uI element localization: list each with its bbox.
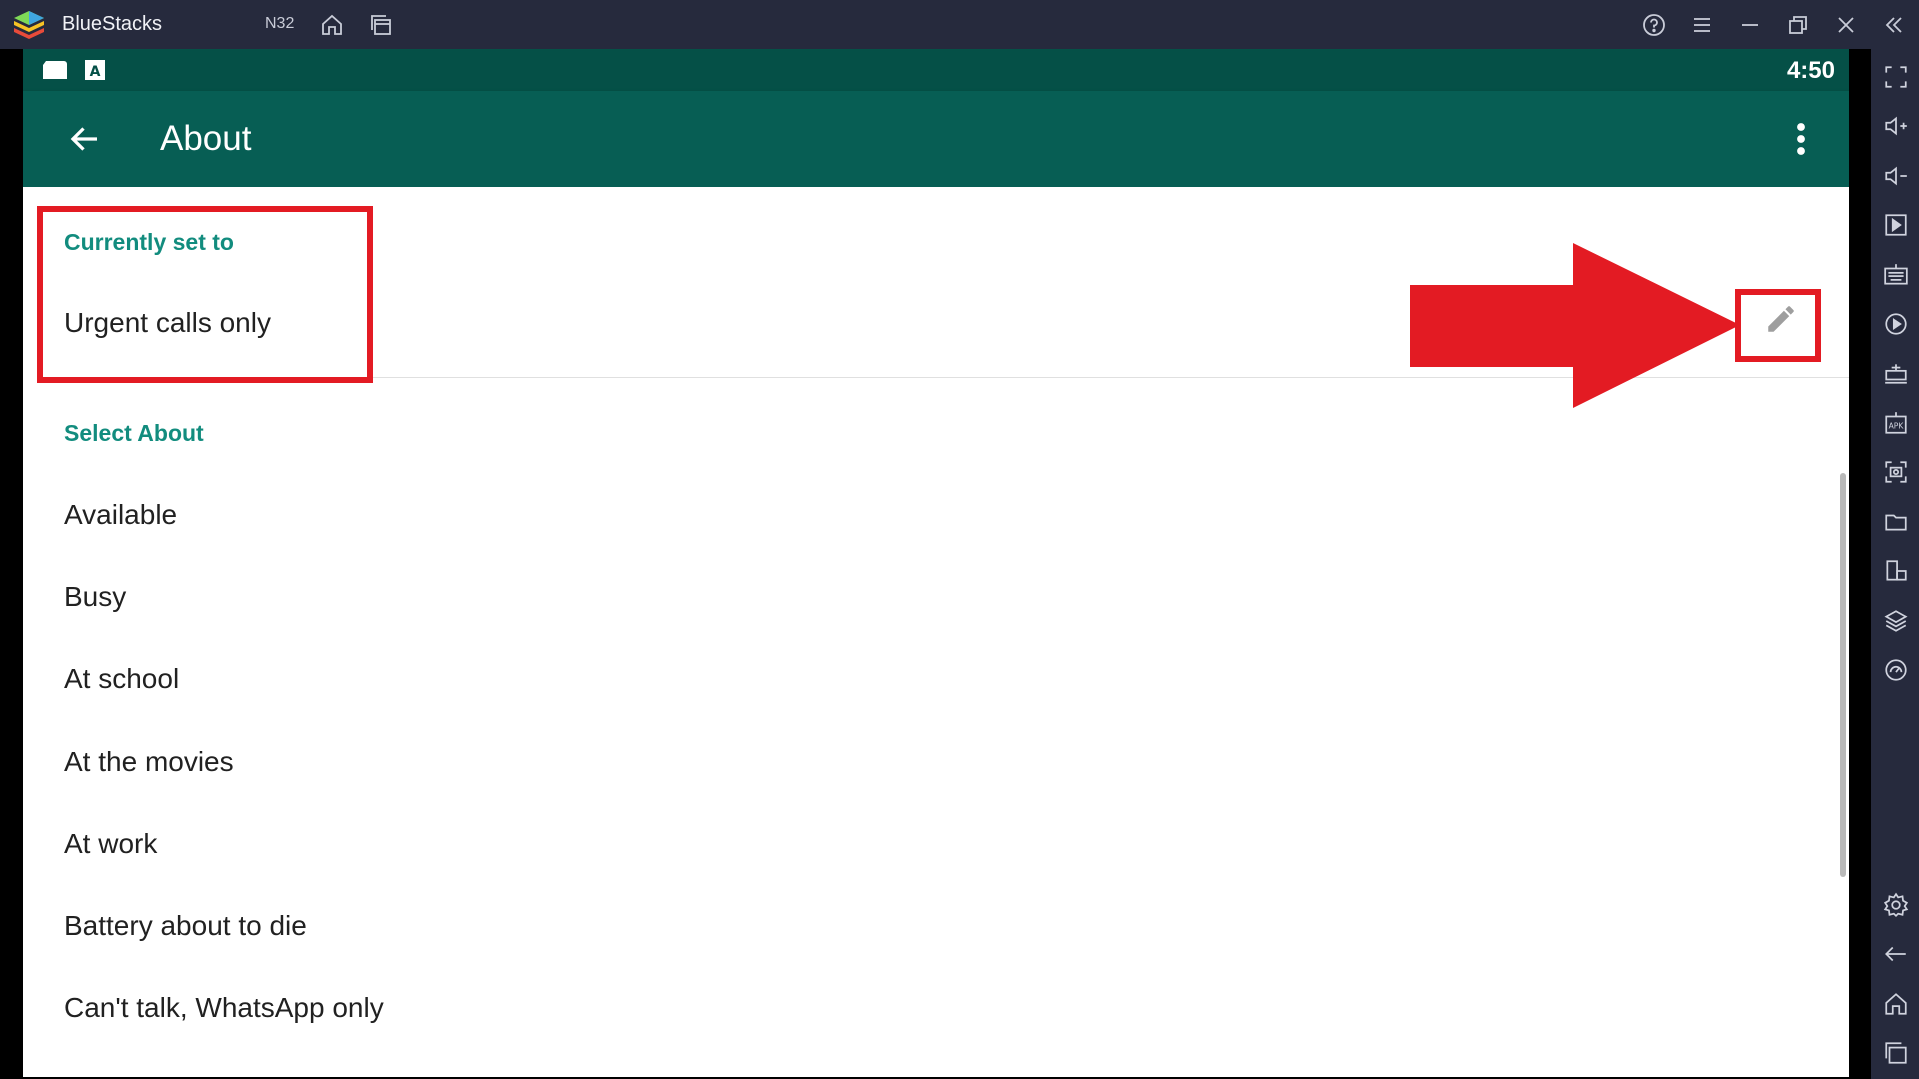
media-icon[interactable] — [1882, 211, 1910, 239]
folder-icon[interactable] — [1882, 508, 1910, 536]
home-icon[interactable] — [1882, 990, 1910, 1018]
sd-card-icon — [43, 61, 67, 79]
more-options-icon[interactable] — [1793, 121, 1809, 157]
collapse-sidebar-icon[interactable] — [1880, 11, 1908, 39]
keyboard-icon[interactable] — [1882, 261, 1910, 289]
bluestacks-sidebar: APK — [1871, 49, 1919, 1079]
back-icon[interactable] — [1882, 940, 1910, 968]
title-bar: BlueStacks N32 — [0, 0, 1919, 49]
about-option-battery[interactable]: Battery about to die — [64, 910, 307, 942]
android-status-bar: A 4:50 — [23, 49, 1849, 91]
svg-text:A: A — [90, 64, 101, 80]
frame-border-right — [1849, 49, 1871, 1079]
home-icon[interactable] — [318, 11, 346, 39]
notification-a-icon: A — [85, 60, 105, 80]
screenshot-icon[interactable] — [1882, 458, 1910, 486]
eco-icon[interactable] — [1882, 656, 1910, 684]
scrollbar-thumb[interactable] — [1840, 473, 1846, 877]
close-icon[interactable] — [1832, 11, 1860, 39]
clock: 4:50 — [1786, 57, 1835, 84]
annotation-highlight-edit — [1735, 289, 1821, 362]
about-content: Currently set to Urgent calls only Selec… — [23, 187, 1849, 1077]
volume-down-icon[interactable] — [1882, 162, 1910, 190]
about-option-cant-talk[interactable]: Can't talk, WhatsApp only — [64, 992, 384, 1024]
select-about-header: Select About — [64, 420, 204, 446]
instance-label: N32 — [265, 15, 295, 32]
about-option-available[interactable]: Available — [64, 499, 177, 531]
apk-icon[interactable]: APK — [1882, 409, 1910, 437]
multi-instance-icon[interactable] — [367, 11, 395, 39]
page-title: About — [160, 119, 252, 158]
resize-icon[interactable] — [1882, 557, 1910, 585]
about-option-busy[interactable]: Busy — [64, 581, 126, 613]
build-icon[interactable] — [1882, 359, 1910, 387]
about-option-at-work[interactable]: At work — [64, 828, 157, 860]
restore-icon[interactable] — [1784, 11, 1812, 39]
menu-icon[interactable] — [1688, 11, 1716, 39]
back-arrow-icon[interactable] — [67, 121, 103, 157]
about-option-at-school[interactable]: At school — [64, 663, 179, 695]
macro-icon[interactable] — [1882, 310, 1910, 338]
help-icon[interactable] — [1640, 11, 1668, 39]
frame-border-left — [0, 49, 23, 1079]
svg-text:APK: APK — [1889, 421, 1905, 430]
app-title: BlueStacks — [62, 13, 163, 35]
layers-icon[interactable] — [1882, 607, 1910, 635]
about-option-at-the-movies[interactable]: At the movies — [64, 746, 234, 778]
annotation-arrow-icon — [1410, 243, 1740, 408]
fullscreen-icon[interactable] — [1882, 63, 1910, 91]
settings-icon[interactable] — [1882, 891, 1910, 919]
app-bar: About — [23, 91, 1849, 187]
minimize-icon[interactable] — [1736, 11, 1764, 39]
annotation-highlight-current — [37, 206, 373, 383]
volume-up-icon[interactable] — [1882, 112, 1910, 140]
bluestacks-logo-icon — [14, 11, 44, 39]
recents-icon[interactable] — [1882, 1039, 1910, 1067]
